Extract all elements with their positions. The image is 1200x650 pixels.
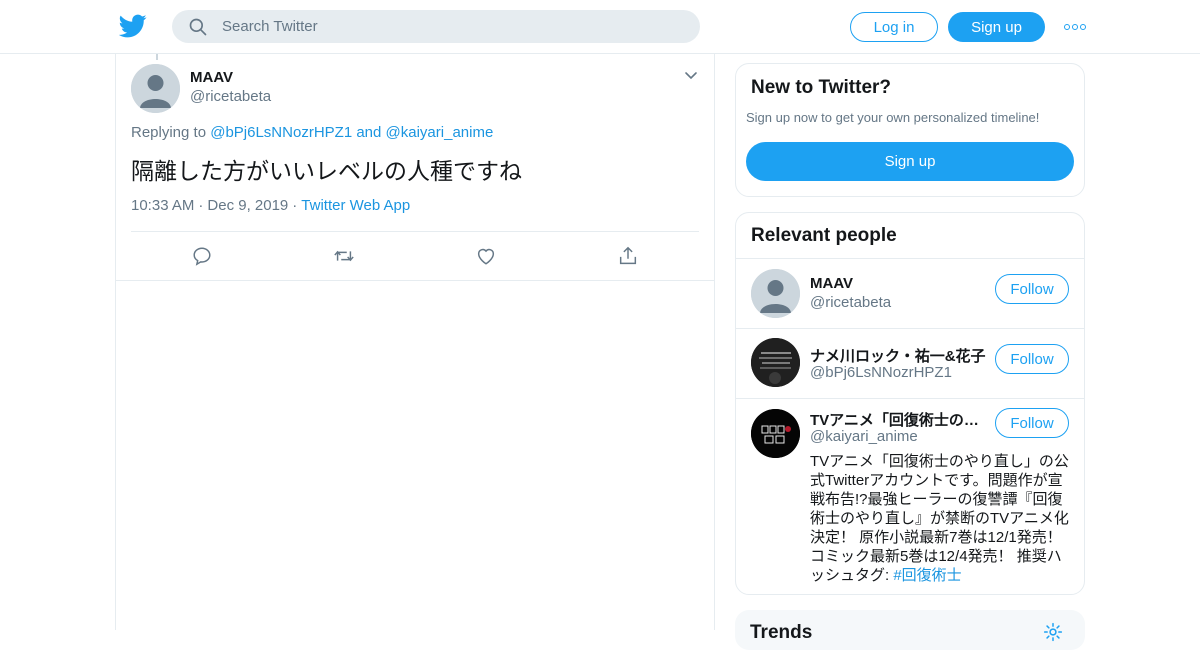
relevant-people-card: Relevant people MAAV @ricetabeta Follow [735, 212, 1085, 595]
avatar[interactable] [131, 64, 180, 113]
card-title: Trends [750, 622, 813, 643]
follow-button[interactable]: Follow [995, 344, 1069, 374]
reply-mention-2[interactable]: @kaiyari_anime [386, 124, 494, 141]
tweet: MAAV @ricetabeta Replying to @bPj6LsNNoz… [116, 54, 714, 281]
tweet-author-name[interactable]: MAAV [190, 69, 233, 86]
default-avatar-icon [751, 269, 800, 318]
search-icon [189, 18, 207, 35]
new-to-twitter-card: New to Twitter? Sign up now to get your … [735, 63, 1085, 197]
like-icon [477, 248, 495, 265]
retweet-button[interactable] [333, 245, 355, 267]
more-icon[interactable] [1064, 21, 1086, 33]
search-input[interactable] [222, 18, 662, 35]
card-title: Relevant people [751, 225, 897, 246]
trends-card: Trends [735, 610, 1085, 650]
person-name[interactable]: TVアニメ「回復術士の… [810, 409, 985, 430]
tweet-author-handle[interactable]: @ricetabeta [190, 88, 271, 105]
replying-prefix: Replying to [131, 124, 207, 141]
profile-logo-icon [751, 409, 800, 458]
tweet-text: 隔離した方がいいレベルの人種ですね [131, 159, 522, 185]
like-button[interactable] [475, 245, 497, 267]
tweet-time[interactable]: 10:33 AM [131, 197, 194, 214]
tweet-date[interactable]: Dec 9, 2019 [207, 197, 288, 214]
twitter-bird-icon[interactable] [119, 12, 147, 40]
follow-button[interactable]: Follow [995, 274, 1069, 304]
signup-button-large[interactable]: Sign up [746, 142, 1074, 181]
card-subtitle: Sign up now to get your own personalized… [746, 110, 1040, 125]
reply-and: and [356, 124, 382, 141]
share-icon [619, 246, 637, 265]
login-button[interactable]: Log in [850, 12, 938, 42]
person-bio: TVアニメ「回復術士のやり直し」の公式Twitterアカウントです。問題作が宣戦… [810, 452, 1072, 585]
share-button[interactable] [617, 245, 639, 267]
replying-to: Replying to @bPj6LsNNozrHPZ1 and @kaiyar… [131, 124, 493, 141]
search-bar[interactable] [172, 10, 700, 43]
person-name[interactable]: ナメ川ロック・祐一&花子 [810, 345, 990, 366]
reply-button[interactable] [191, 245, 213, 267]
tweet-source[interactable]: Twitter Web App [301, 197, 410, 214]
person-handle[interactable]: @bPj6LsNNozrHPZ1 [810, 364, 952, 381]
card-title: New to Twitter? [751, 77, 892, 98]
main-column: MAAV @ricetabeta Replying to @bPj6LsNNoz… [115, 54, 715, 630]
chevron-down-icon[interactable] [684, 69, 698, 83]
person-handle[interactable]: @kaiyari_anime [810, 428, 918, 445]
person-item[interactable]: MAAV @ricetabeta Follow [736, 259, 1084, 328]
follow-button[interactable]: Follow [995, 408, 1069, 438]
default-avatar-icon [131, 64, 180, 113]
reply-icon [193, 247, 211, 266]
divider [131, 231, 699, 232]
tweet-meta: 10:33 AM · Dec 9, 2019 · Twitter Web App [131, 197, 411, 214]
avatar[interactable] [751, 269, 800, 318]
profile-photo-icon [751, 338, 800, 387]
person-name[interactable]: MAAV [810, 275, 990, 292]
avatar[interactable] [751, 338, 800, 387]
top-bar: Log in Sign up [0, 0, 1200, 54]
person-item[interactable]: TVアニメ「回復術士の… @kaiyari_anime Follow TVアニメ… [736, 399, 1084, 595]
person-item[interactable]: ナメ川ロック・祐一&花子 @bPj6LsNNozrHPZ1 Follow [736, 329, 1084, 398]
retweet-icon [334, 250, 354, 262]
bio-text: TVアニメ「回復術士のやり直し」の公式Twitterアカウントです。問題作が宣戦… [810, 453, 1069, 584]
avatar[interactable] [751, 409, 800, 458]
gear-icon[interactable] [1043, 622, 1063, 642]
person-handle[interactable]: @ricetabeta [810, 294, 891, 311]
signup-button[interactable]: Sign up [948, 12, 1045, 42]
bio-hashtag[interactable]: #回復術士 [893, 567, 961, 584]
reply-mention-1[interactable]: @bPj6LsNNozrHPZ1 [210, 124, 352, 141]
